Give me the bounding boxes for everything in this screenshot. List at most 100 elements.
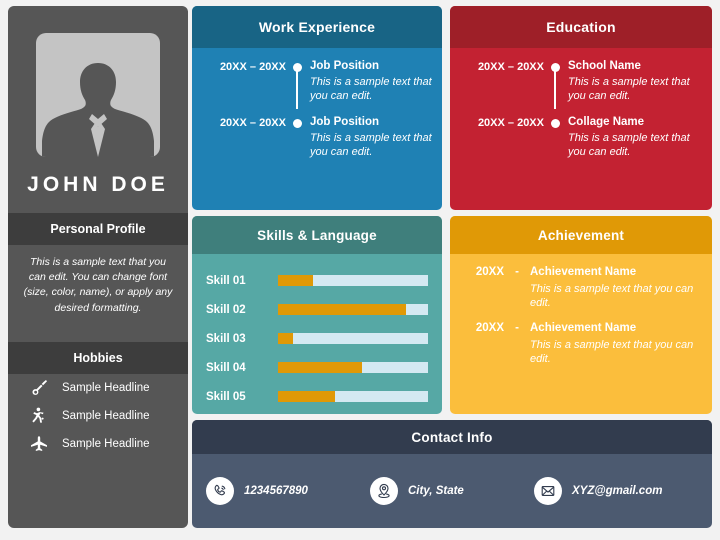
timeline-marker <box>286 116 308 159</box>
personal-profile-text: This is a sample text that you can edit.… <box>23 256 173 314</box>
education-item: 20XX – 20XX Collage Name This is a sampl… <box>458 116 704 159</box>
timeline-line <box>296 67 298 110</box>
contact-info-title: Contact Info <box>192 420 712 454</box>
contact-item-phone[interactable]: 1234567890 <box>206 477 370 505</box>
contact-info-body: 1234567890 City, State XYZ@gmail.com <box>192 454 712 528</box>
work-item-text: Job Position This is a sample text that … <box>308 116 434 159</box>
resume-slide: JOHN DOE Personal Profile This is a samp… <box>0 0 720 540</box>
contact-row: 1234567890 City, State XYZ@gmail.com <box>192 454 712 528</box>
education-item-title: School Name <box>568 60 641 72</box>
education-item-desc: This is a sample text that you can edit. <box>568 131 690 159</box>
achievement-list: 20XX - Achievement Name This is a sample… <box>450 254 712 366</box>
hobby-item[interactable]: Sample Headline <box>8 402 188 430</box>
timeline-marker <box>286 60 308 110</box>
skill-track <box>278 333 428 344</box>
location-value: City, State <box>408 485 464 497</box>
achievement-name: Achievement Name <box>530 266 637 278</box>
work-experience-title: Work Experience <box>192 6 442 48</box>
phone-value: 1234567890 <box>244 485 308 497</box>
achievement-separator: - <box>515 322 519 335</box>
skill-fill <box>278 391 335 402</box>
achievement-name: Achievement Name <box>530 322 637 335</box>
skill-track <box>278 275 428 286</box>
personal-profile-heading: Personal Profile <box>8 213 188 245</box>
education-item-title: Collage Name <box>568 116 645 129</box>
skill-label: Skill 01 <box>206 274 246 287</box>
skills-card: Skills & Language Skill 01 Skill 02 Skil… <box>192 216 442 414</box>
contact-info-card: Contact Info 1234567890 City, State XYZ@… <box>192 420 712 528</box>
achievement-desc: This is a sample text that you can edit. <box>530 338 694 366</box>
achievement-item: 20XX - Achievement Name This is a sample… <box>460 322 702 366</box>
hobby-item[interactable]: Sample Headline <box>8 430 188 458</box>
work-item-desc: This is a sample text that you can edit. <box>310 131 432 159</box>
phone-icon <box>206 477 234 505</box>
timeline-dot-icon <box>550 119 560 129</box>
hobby-label: Sample Headline <box>62 437 150 450</box>
contact-item-email[interactable]: XYZ@gmail.com <box>534 477 698 505</box>
skill-fill <box>278 333 293 344</box>
page-title: JOHN DOE <box>27 173 169 196</box>
achievement-separator: - <box>515 266 519 278</box>
timeline-marker <box>544 116 566 159</box>
skills-title: Skills & Language <box>192 216 442 254</box>
guitar-icon <box>26 378 52 398</box>
achievement-card: Achievement 20XX - Achievement Name This… <box>450 216 712 414</box>
work-item: 20XX – 20XX Job Position This is a sampl… <box>200 60 434 110</box>
work-item-title: Job Position <box>310 116 379 129</box>
skill-track <box>278 304 428 315</box>
skill-row: Skill 02 <box>206 295 428 324</box>
skill-label: Skill 04 <box>206 361 246 374</box>
skill-fill <box>278 362 362 373</box>
skill-label: Skill 02 <box>206 303 246 316</box>
timeline-line <box>554 67 556 110</box>
work-item-title: Job Position <box>310 60 379 72</box>
hobby-label: Sample Headline <box>62 381 150 394</box>
work-item: 20XX – 20XX Job Position This is a sampl… <box>200 116 434 159</box>
hobbies-heading: Hobbies <box>8 341 188 374</box>
education-item-text: Collage Name This is a sample text that … <box>566 116 704 159</box>
skill-row: Skill 03 <box>206 324 428 353</box>
sidebar: JOHN DOE Personal Profile This is a samp… <box>8 6 188 528</box>
work-item-date: 20XX – 20XX <box>219 117 286 130</box>
skill-track <box>278 362 428 373</box>
sports-figure-icon <box>26 406 52 426</box>
skill-list: Skill 01 Skill 02 Skill 03 Skill 04 Skil… <box>192 254 442 411</box>
envelope-icon <box>534 477 562 505</box>
education-item-desc: This is a sample text that you can edit. <box>568 75 690 102</box>
contact-item-location[interactable]: City, State <box>370 477 534 505</box>
education-item-date: 20XX – 20XX <box>477 117 544 130</box>
skill-fill <box>278 304 406 315</box>
skill-row: Skill 05 <box>206 382 428 411</box>
skill-label: Skill 05 <box>206 390 246 403</box>
achievement-year: 20XX <box>475 266 504 278</box>
education-body: 20XX – 20XX School Name This is a sample… <box>450 48 712 210</box>
work-experience-card: Work Experience 20XX – 20XX Job Position… <box>192 6 442 210</box>
work-item-date: 20XX – 20XX <box>219 61 286 73</box>
work-item-text: Job Position This is a sample text that … <box>308 60 434 103</box>
timeline-dot-icon <box>550 63 560 72</box>
hobby-item[interactable]: Sample Headline <box>8 374 188 402</box>
achievement-body: 20XX - Achievement Name This is a sample… <box>450 254 712 414</box>
education-item-text: School Name This is a sample text that y… <box>566 60 704 103</box>
education-item-date: 20XX – 20XX <box>477 61 544 73</box>
location-pin-icon <box>370 477 398 505</box>
skill-fill <box>278 275 313 286</box>
education-card: Education 20XX – 20XX School Name This i… <box>450 6 712 210</box>
airplane-icon <box>26 434 52 454</box>
skill-row: Skill 01 <box>206 266 428 295</box>
avatar <box>36 33 160 157</box>
achievement-text: Achievement Name This is a sample text t… <box>530 266 702 310</box>
timeline-dot-icon <box>292 63 302 72</box>
timeline-dot-icon <box>292 119 302 129</box>
skill-row: Skill 04 <box>206 353 428 382</box>
work-experience-body: 20XX – 20XX Job Position This is a sampl… <box>192 48 442 210</box>
timeline-marker <box>544 60 566 110</box>
achievement-desc: This is a sample text that you can edit. <box>530 282 694 309</box>
achievement-item: 20XX - Achievement Name This is a sample… <box>460 266 702 310</box>
skill-track <box>278 391 428 402</box>
achievement-text: Achievement Name This is a sample text t… <box>530 322 702 366</box>
achievement-year: 20XX <box>475 322 504 335</box>
work-timeline: 20XX – 20XX Job Position This is a sampl… <box>192 48 442 159</box>
person-silhouette-icon <box>42 53 154 157</box>
education-timeline: 20XX – 20XX School Name This is a sample… <box>450 48 712 159</box>
